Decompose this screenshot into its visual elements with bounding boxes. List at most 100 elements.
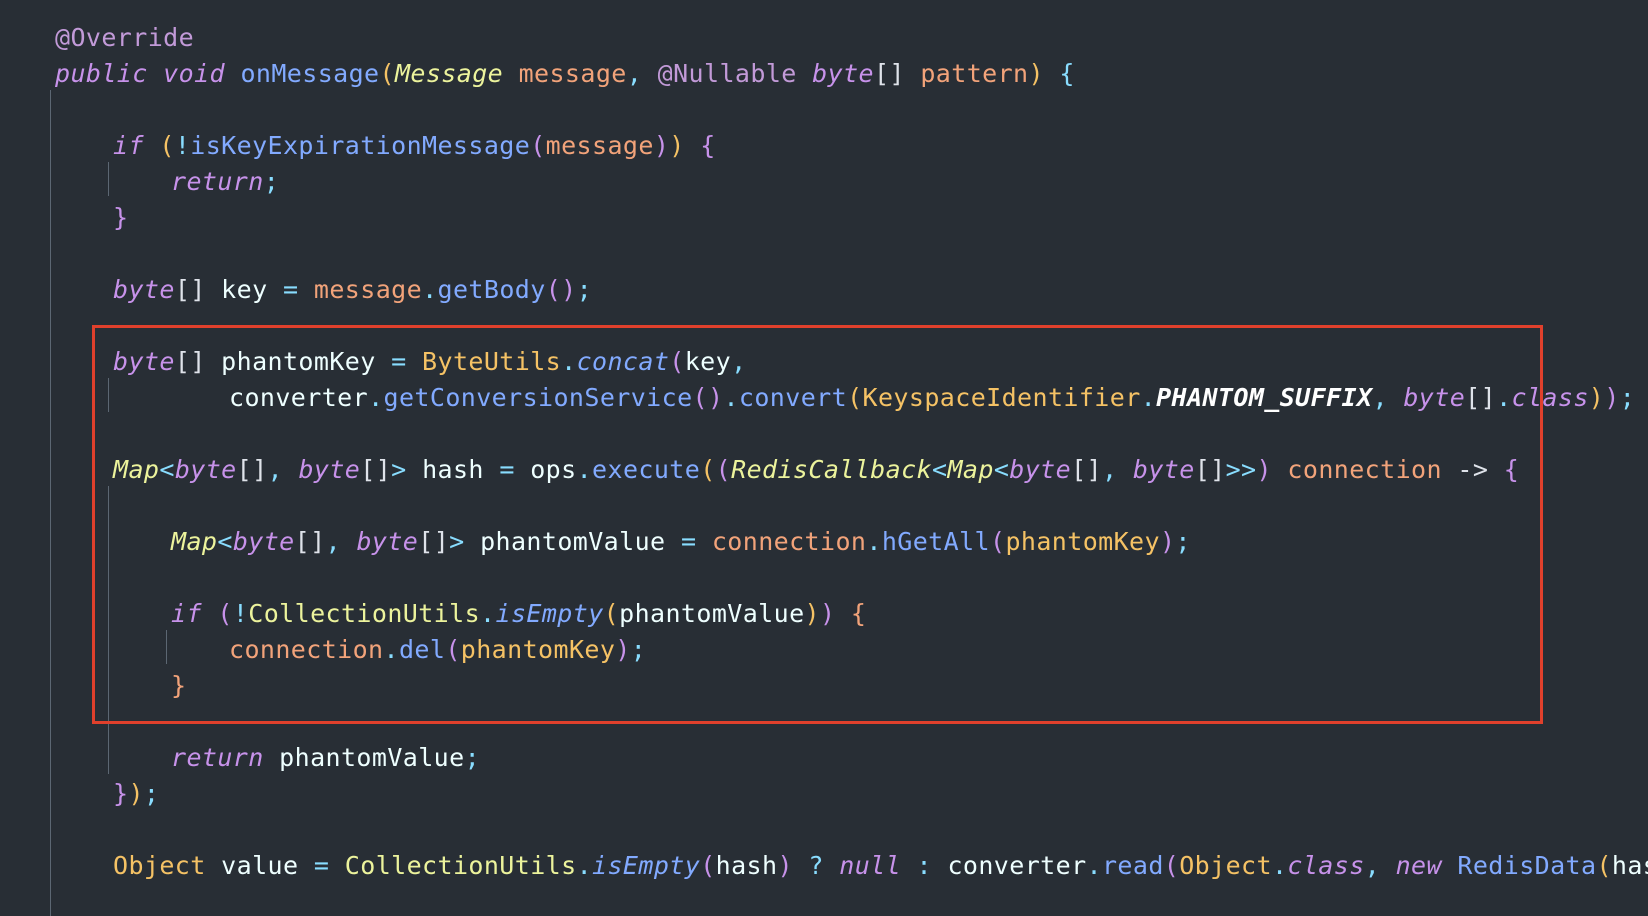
code-token: : (916, 851, 932, 880)
code-token: CollectionUtils (344, 851, 577, 880)
code-token: . (1271, 851, 1288, 880)
code-token: ) (1588, 383, 1605, 412)
code-editor[interactable]: @Override public void onMessage(Message m… (0, 0, 1648, 916)
code-token: ; (576, 275, 593, 304)
code-token: message (545, 131, 654, 160)
code-token: ( (530, 131, 546, 160)
code-token: } (113, 203, 129, 232)
code-token: read (1101, 851, 1164, 880)
code-token: } (113, 779, 129, 808)
code-line: return; (55, 164, 279, 200)
code-line: public void onMessage(Message message, @… (55, 56, 1075, 92)
code-token: isKeyExpirationMessage (190, 131, 531, 160)
code-token: new (1395, 851, 1442, 880)
code-token: key (221, 275, 268, 304)
code-token: ( (1596, 851, 1612, 880)
code-token: . (576, 851, 593, 880)
code-token: ) (128, 779, 144, 808)
code-token: public (55, 59, 148, 88)
code-line: @Override (55, 20, 194, 56)
code-token: phantomValue (279, 743, 465, 772)
code-token: [] (174, 275, 206, 304)
code-token: @Override (55, 23, 195, 52)
code-token: converter (947, 851, 1087, 880)
code-token: onMessage (240, 59, 380, 88)
code-token: getBody (437, 275, 546, 304)
code-token: { (700, 131, 716, 160)
code-token: , (626, 59, 658, 88)
code-token: ) (1028, 59, 1044, 88)
code-token: ; (1619, 383, 1636, 412)
code-token: ) (777, 851, 793, 880)
code-token: void (163, 59, 225, 88)
code-line: return phantomValue; (55, 740, 480, 776)
code-token: value (221, 851, 299, 880)
code-token: ( (379, 59, 395, 88)
code-token: ) (653, 131, 670, 160)
code-token: . (1086, 851, 1102, 880)
code-token: { (1059, 59, 1075, 88)
code-token: byte (113, 275, 175, 304)
code-token: if (113, 131, 144, 160)
code-token: byte (812, 59, 874, 88)
code-token: return (171, 743, 264, 772)
code-token: hash (1611, 851, 1648, 880)
code-token: ) (1604, 383, 1620, 412)
code-token: ( (700, 851, 716, 880)
code-token: @Nullable (657, 59, 797, 88)
code-token: isEmpty (592, 851, 701, 880)
code-line: } (55, 200, 128, 236)
code-line: Object value = CollectionUtils.isEmpty(h… (55, 848, 1648, 884)
code-token: Object (113, 851, 206, 880)
code-token: = (282, 275, 299, 304)
code-token: ) (669, 131, 685, 160)
code-token: ; (464, 743, 481, 772)
code-line: if (!isKeyExpirationMessage(message)) { (55, 128, 716, 164)
code-token: Object (1179, 851, 1272, 880)
code-token: () (545, 275, 577, 304)
code-token: ; (263, 167, 280, 196)
code-token: Message (394, 59, 504, 88)
code-token: ; (143, 779, 160, 808)
code-token: pattern (920, 59, 1029, 88)
highlight-box (92, 325, 1543, 724)
code-token: return (171, 167, 264, 196)
code-token: RedisData (1457, 851, 1597, 880)
code-line: byte[] key = message.getBody(); (55, 272, 592, 308)
code-token: message (518, 59, 627, 88)
code-token: . (422, 275, 438, 304)
code-token: null (839, 851, 902, 880)
code-token: ( (159, 131, 175, 160)
code-line: }); (55, 776, 159, 812)
code-token: ( (1163, 851, 1180, 880)
indent-guide (50, 90, 51, 916)
code-token: ! (174, 131, 191, 160)
code-token: = (313, 851, 330, 880)
code-token: , (1364, 851, 1381, 880)
code-token: [] (873, 59, 905, 88)
code-token: message (313, 275, 423, 304)
code-token: ? (808, 851, 824, 880)
code-token: hash (715, 851, 778, 880)
